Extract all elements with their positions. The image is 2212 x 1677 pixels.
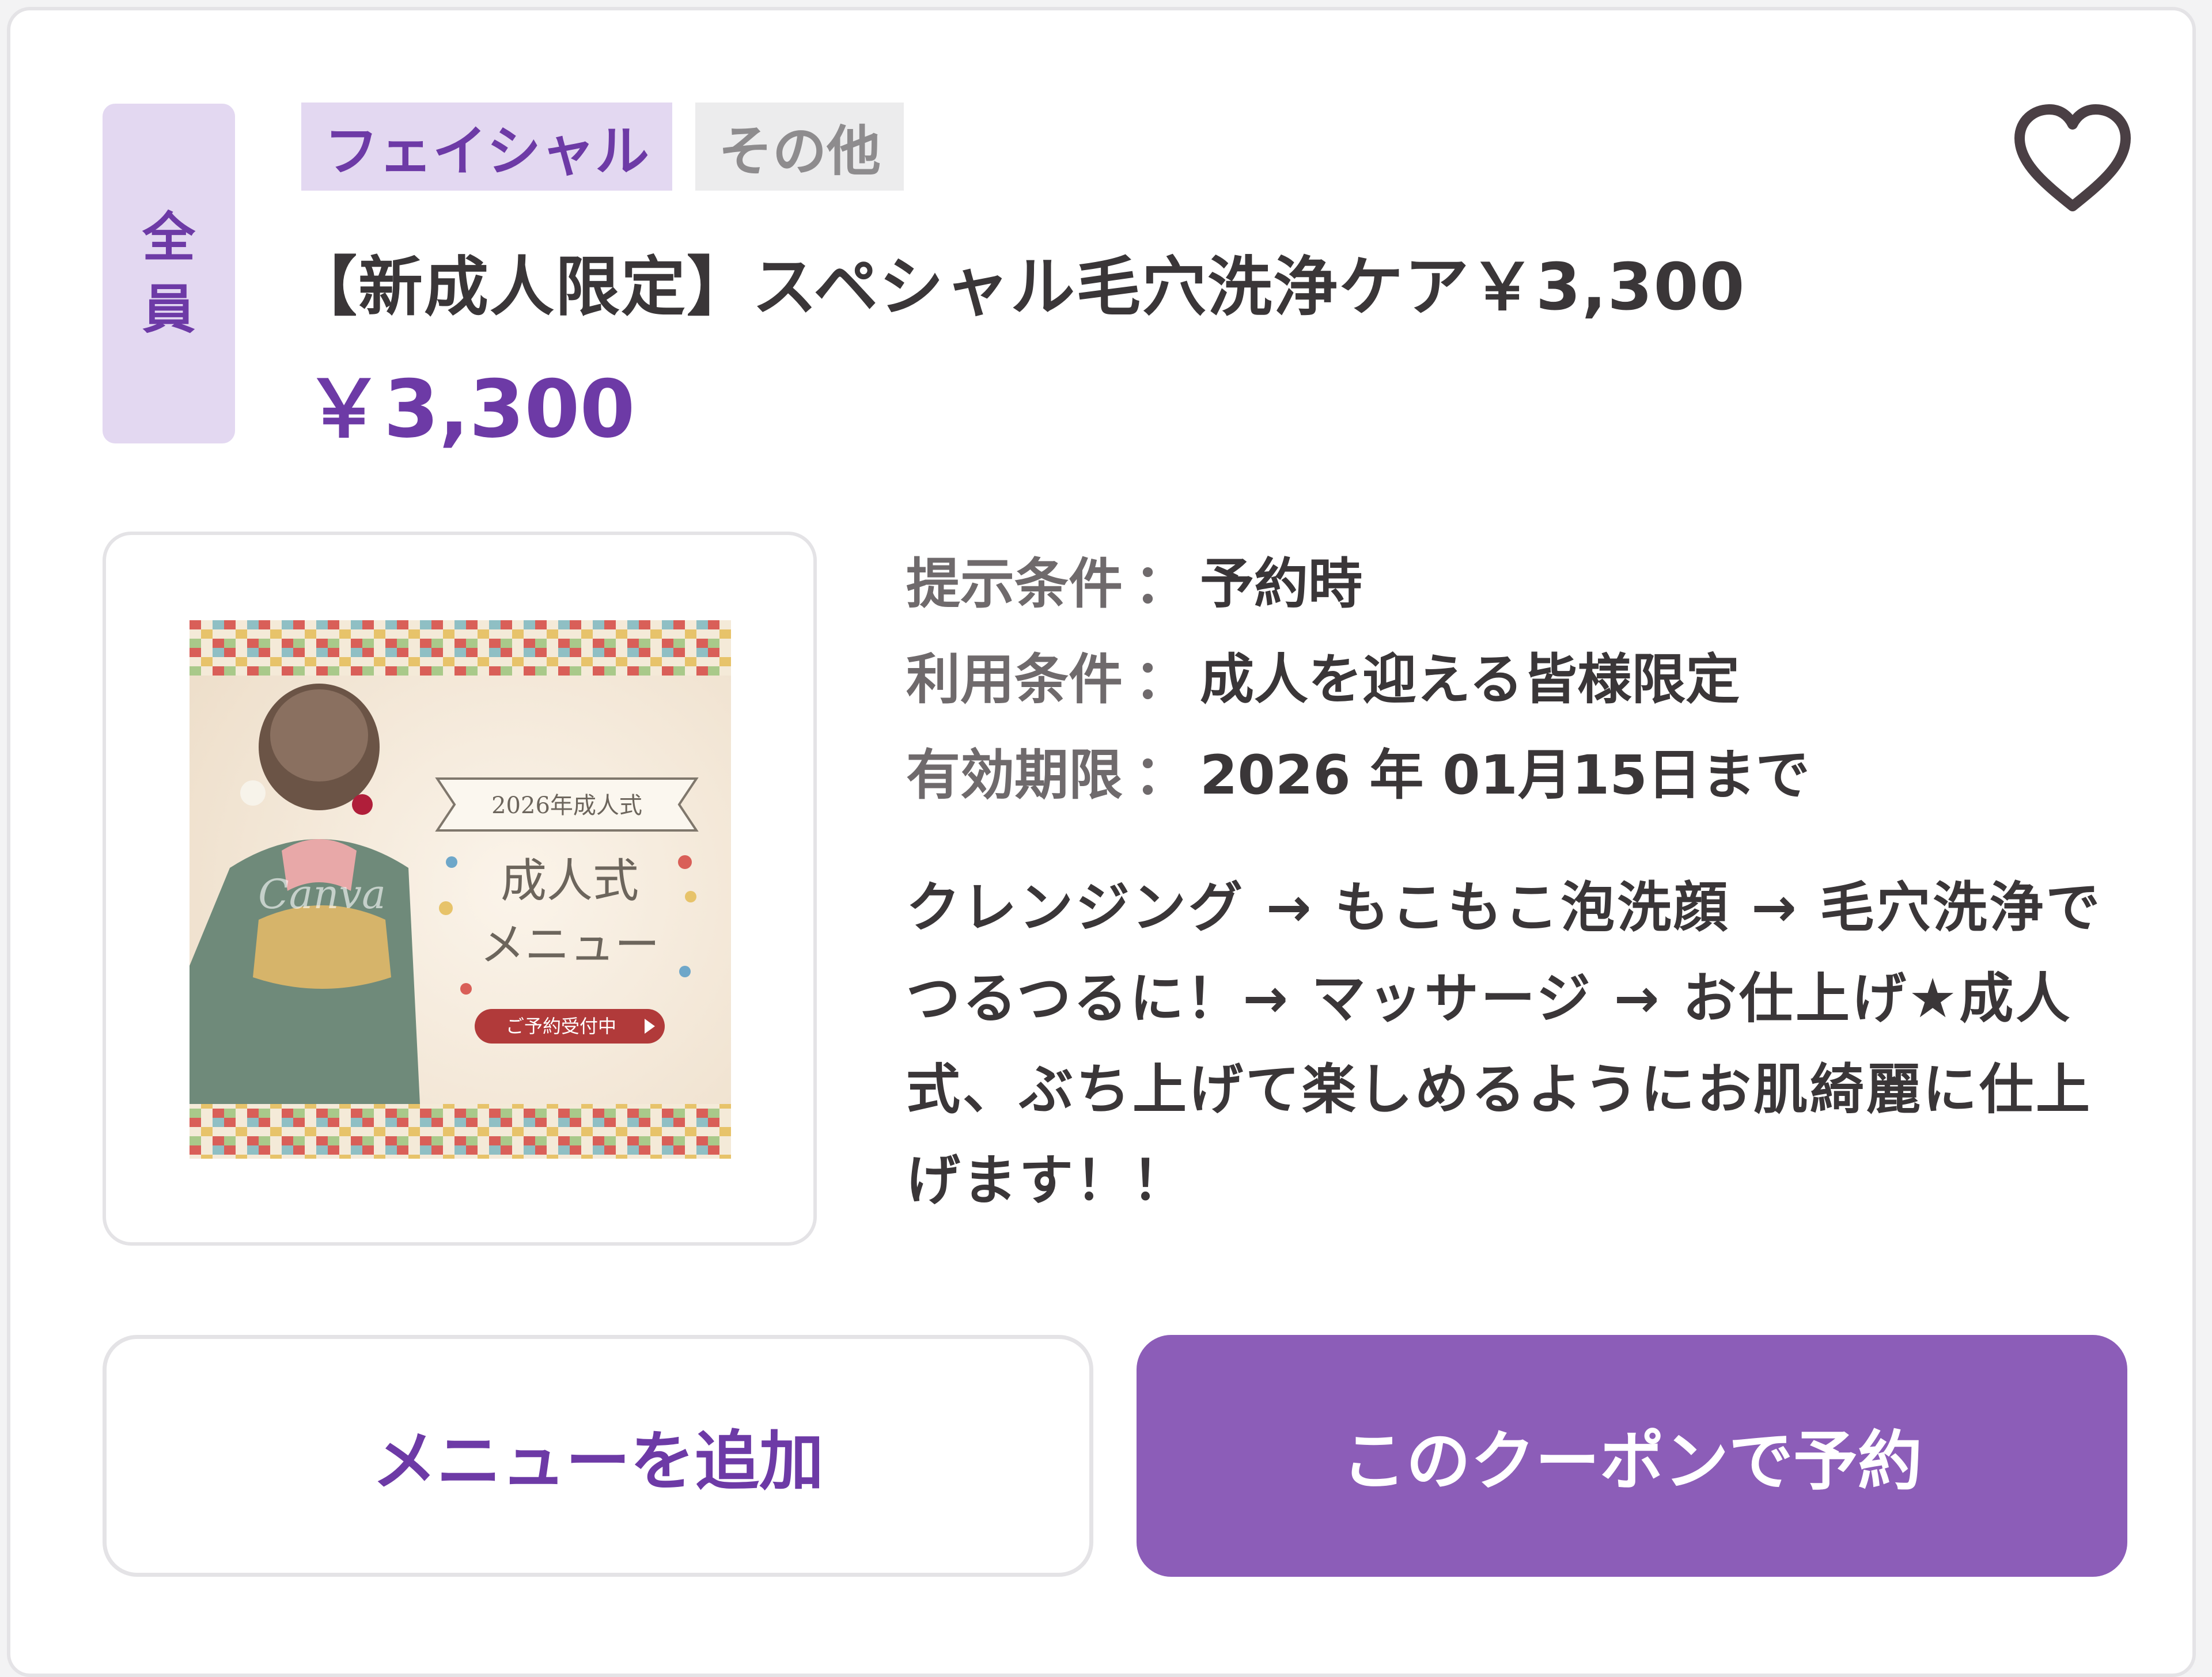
coupon-image-frame: 2026年成人式 成人式 メニュー Canva ご予約受付中	[103, 532, 817, 1246]
condition-expiry: 有効期限 ： 2026 年 01月15日まで	[906, 723, 1810, 818]
condition-label: 利用条件	[906, 648, 1123, 711]
target-badge: 全 員	[103, 104, 235, 443]
coupon-card: 全 員 フェイシャル その他 【新成人限定】スペシャル毛穴洗浄ケア￥3,300 …	[7, 7, 2196, 1677]
condition-presentation: 提示条件 ： 予約時	[906, 532, 1810, 627]
condition-separator: ：	[1134, 744, 1189, 807]
heart-outline-icon	[2014, 104, 2131, 211]
target-badge-char-1: 全	[142, 207, 195, 268]
favorite-button[interactable]	[2009, 103, 2136, 218]
tag-other: その他	[695, 103, 904, 191]
image-banner-text: 2026年成人式	[491, 792, 642, 819]
condition-value: 予約時	[1200, 553, 1363, 616]
coupon-conditions: 提示条件 ： 予約時 利用条件 ： 成人を迎える皆様限定 有効期限 ： 2026…	[906, 532, 1810, 818]
coupon-title: 【新成人限定】スペシャル毛穴洗浄ケア￥3,300	[293, 250, 1746, 325]
target-badge-char-2: 員	[142, 279, 195, 340]
add-menu-button[interactable]: メニューを追加	[103, 1335, 1093, 1577]
condition-label: 提示条件	[906, 553, 1123, 616]
image-button-text: ご予約受付中	[506, 1015, 616, 1037]
tag-facial: フェイシャル	[301, 103, 673, 191]
condition-separator: ：	[1134, 648, 1189, 711]
coupon-image: 2026年成人式 成人式 メニュー Canva ご予約受付中	[190, 620, 731, 1159]
condition-usage: 利用条件 ： 成人を迎える皆様限定	[906, 627, 1810, 723]
condition-separator: ：	[1134, 553, 1189, 616]
image-heading-1: 成人式	[501, 854, 639, 908]
coupon-price: ￥3,300	[304, 363, 635, 456]
category-tags: フェイシャル その他	[301, 103, 904, 191]
image-heading-2: メニュー	[480, 919, 660, 971]
condition-label: 有効期限	[906, 744, 1123, 807]
condition-value: 2026 年 01月15日まで	[1200, 744, 1810, 807]
image-watermark: Canva	[258, 871, 386, 918]
coupon-image-graphic: 2026年成人式 成人式 メニュー Canva ご予約受付中	[190, 620, 731, 1159]
condition-value: 成人を迎える皆様限定	[1200, 648, 1740, 711]
coupon-description: クレンジング → もこもこ泡洗顔 → 毛穴洗浄でつるつるに！→ マッサージ → …	[906, 877, 2103, 1212]
reserve-coupon-button[interactable]: このクーポンで予約	[1137, 1335, 2127, 1577]
